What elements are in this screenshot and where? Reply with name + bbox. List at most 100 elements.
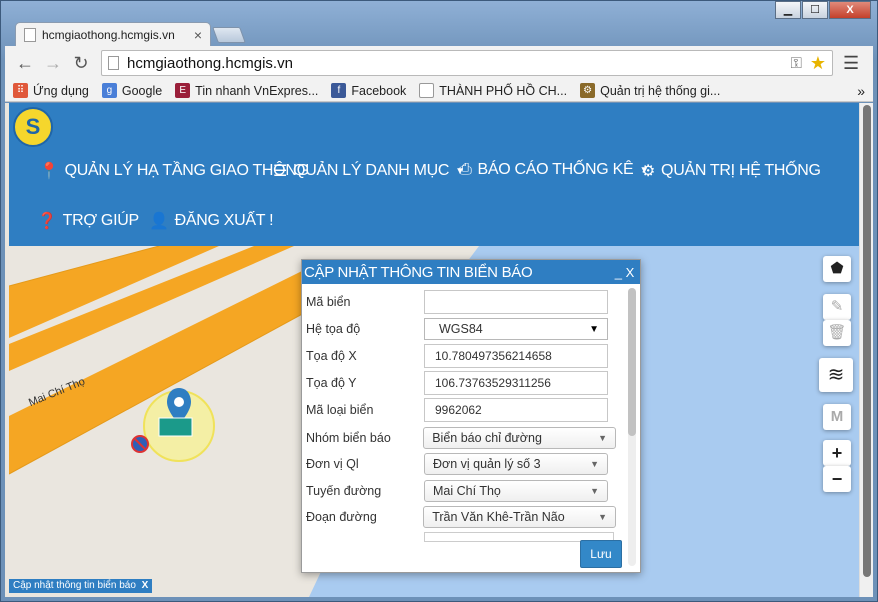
browser-toolbar: ← → ↻ hcmgiaothong.hcmgis.vn ⚿ ★ ☰ [5, 46, 873, 80]
nav-tro-giup[interactable]: ❓ TRỢ GIÚP [37, 211, 139, 231]
minimize-window-button[interactable]: ▁ [775, 1, 801, 19]
update-sign-dialog: CẬP NHẬT THÔNG TIN BIỂN BÁO _ X Mã biển … [301, 259, 641, 573]
field-tuyen-duong: Tuyến đường Mai Chí Thọ ▼ [306, 479, 616, 503]
page-scrollbar[interactable] [859, 103, 873, 597]
nav-quan-tri[interactable]: ⚙ QUẢN TRỊ HỆ THỐNG [641, 161, 821, 181]
nav-label: BÁO CÁO THỐNG KÊ [477, 161, 634, 178]
bookmark-label: Facebook [351, 83, 407, 98]
page-icon [419, 83, 435, 98]
bookmark-hcm[interactable]: THÀNH PHỐ HỒ CH... [419, 83, 567, 98]
close-window-button[interactable]: X [829, 1, 871, 19]
dialog-body: Mã biển Hệ tọa độ WGS84 ▼ Tọa độ X 10.78… [302, 284, 640, 572]
field-label: Đoạn đường [306, 510, 377, 524]
field-label: Hệ tọa độ [306, 322, 361, 336]
dialog-close-button[interactable]: X [626, 265, 635, 280]
bookmark-label: Google [121, 83, 163, 98]
list-icon: ☰ [273, 163, 288, 180]
minimized-dialog-tab[interactable]: Cập nhật thông tin biển báo X [9, 579, 153, 593]
window-controls: ▁ ☐ X [774, 1, 871, 19]
zoom-out-button[interactable]: − [823, 466, 851, 492]
bookmark-label: Tin nhanh VnExpres... [195, 83, 319, 98]
bookmark-apps[interactable]: ⠿ Ứng dụng [13, 83, 89, 98]
nav-ha-tang[interactable]: 📍 QUẢN LÝ HẠ TẦNG GIAO THÔNG [39, 161, 309, 181]
nav-label: ĐĂNG XUẤT ! [174, 212, 274, 229]
user-icon: 👤 [149, 213, 169, 230]
select-value: Biển báo chỉ đường [432, 431, 542, 445]
page-favicon-icon [24, 27, 36, 42]
select-value: Trần Văn Khê-Trần Não [432, 510, 565, 524]
trash-icon[interactable]: 🗑 [823, 320, 851, 346]
tuyen-duong-select[interactable]: Mai Chí Thọ ▼ [424, 480, 608, 502]
nav-label: QUẢN LÝ DANH MỤC [293, 162, 450, 179]
browser-window: ▁ ☐ X hcmgiaothong.hcmgis.vn × ← → ↻ hcm… [0, 0, 878, 602]
nav-label: QUẢN TRỊ HỆ THỐNG [661, 162, 821, 179]
minimized-dialog-close-icon[interactable]: X [142, 580, 149, 591]
field-label: Tọa độ Y [306, 376, 357, 390]
bookmark-label: Quản trị hệ thống gi... [600, 83, 721, 98]
dialog-header: CẬP NHẬT THÔNG TIN BIỂN BÁO _ X [302, 260, 640, 284]
reload-icon[interactable]: ↻ [67, 53, 95, 74]
field-he-toa-do: Hệ tọa độ WGS84 ▼ [306, 317, 616, 341]
bookmark-label: THÀNH PHỐ HỒ CH... [439, 83, 568, 98]
bookmark-google[interactable]: g Google [101, 83, 163, 98]
maximize-window-button[interactable]: ☐ [802, 1, 828, 19]
bookmarks-overflow-icon[interactable]: » [857, 83, 865, 99]
dialog-scrollbar[interactable] [628, 288, 636, 566]
app-navbar: S 📍 QUẢN LÝ HẠ TẦNG GIAO THÔNG ☰ QUẢN LÝ… [9, 103, 859, 246]
chevron-down-icon: ▼ [590, 459, 599, 469]
browser-menu-icon[interactable]: ☰ [843, 53, 859, 74]
facebook-icon: f [331, 83, 347, 98]
tab-title: hcmgiaothong.hcmgis.vn [42, 27, 175, 42]
minimized-dialog-label: Cập nhật thông tin biển báo [13, 580, 136, 591]
tab-close-icon[interactable]: × [194, 27, 202, 43]
nav-dang-xuat[interactable]: 👤 ĐĂNG XUẤT ! [149, 211, 274, 231]
save-button[interactable]: Lưu [580, 540, 622, 568]
chevron-down-icon: ▼ [598, 512, 607, 522]
ma-bien-input[interactable] [424, 290, 608, 314]
draw-polygon-icon[interactable]: ⬟ [823, 256, 851, 282]
bookmark-facebook[interactable]: f Facebook [331, 83, 406, 98]
field-label: Mã biển [306, 295, 351, 309]
dialog-minimize-button[interactable]: _ [615, 265, 622, 280]
select-value: WGS84 [439, 322, 483, 336]
field-don-vi-ql: Đơn vị Ql Đơn vị quản lý số 3 ▼ [306, 452, 616, 476]
field-toa-do-y: Tọa độ Y 106.73763529311256 [306, 371, 616, 395]
bookmarks-bar: ⠿ Ứng dụng g Google E Tin nhanh VnExpres… [5, 80, 873, 102]
field-label: Nhóm biển báo [306, 431, 391, 445]
bookmark-label: Ứng dụng [33, 83, 89, 98]
layers-icon[interactable]: ≋ [819, 358, 853, 392]
field-label: Mã loại biển [306, 403, 374, 417]
new-tab-button[interactable] [212, 27, 246, 43]
gear-icon: ⚙ [641, 163, 656, 180]
measure-icon[interactable]: M [823, 404, 851, 430]
toa-do-x-input[interactable]: 10.780497356214658 [424, 344, 608, 368]
admin-icon: ⚙ [580, 83, 596, 98]
zoom-in-button[interactable]: + [823, 440, 851, 466]
ma-loai-bien-input[interactable]: 9962062 [424, 398, 608, 422]
back-arrow-icon[interactable]: ← [11, 53, 39, 74]
print-icon: ⎙ [459, 161, 472, 178]
toa-do-y-input[interactable]: 106.73763529311256 [424, 371, 608, 395]
nav-bao-cao[interactable]: ⎙ BÁO CÁO THỐNG KÊ ▼ [459, 161, 649, 179]
don-vi-ql-select[interactable]: Đơn vị quản lý số 3 ▼ [424, 453, 608, 475]
nhom-bien-bao-select[interactable]: Biển báo chỉ đường ▼ [423, 427, 616, 449]
field-label: Tuyến đường [306, 484, 382, 498]
edit-icon[interactable]: ✎ [823, 294, 851, 320]
nav-danh-muc[interactable]: ☰ QUẢN LÝ DANH MỤC ▼ [273, 161, 465, 181]
apps-grid-icon: ⠿ [13, 83, 28, 98]
key-icon[interactable]: ⚿ [790, 55, 801, 72]
address-bar[interactable]: hcmgiaothong.hcmgis.vn ⚿ ★ [101, 50, 833, 76]
vnexpress-icon: E [175, 83, 191, 98]
forward-arrow-icon[interactable]: → [39, 53, 67, 74]
address-url[interactable]: hcmgiaothong.hcmgis.vn [127, 55, 782, 72]
bookmark-vnexpress[interactable]: E Tin nhanh VnExpres... [175, 83, 318, 98]
web-page: S 📍 QUẢN LÝ HẠ TẦNG GIAO THÔNG ☰ QUẢN LÝ… [5, 103, 873, 597]
doan-duong-select[interactable]: Trần Văn Khê-Trần Não ▼ [423, 506, 616, 528]
bookmark-admin[interactable]: ⚙ Quản trị hệ thống gi... [580, 83, 720, 98]
app-logo[interactable]: S [13, 107, 53, 147]
he-toa-do-select[interactable]: WGS84 ▼ [424, 318, 608, 340]
bookmark-star-icon[interactable]: ★ [810, 53, 826, 74]
question-icon: ❓ [37, 213, 57, 230]
field-ma-loai-bien: Mã loại biển 9962062 [306, 398, 616, 422]
browser-tab[interactable]: hcmgiaothong.hcmgis.vn × [15, 22, 211, 46]
